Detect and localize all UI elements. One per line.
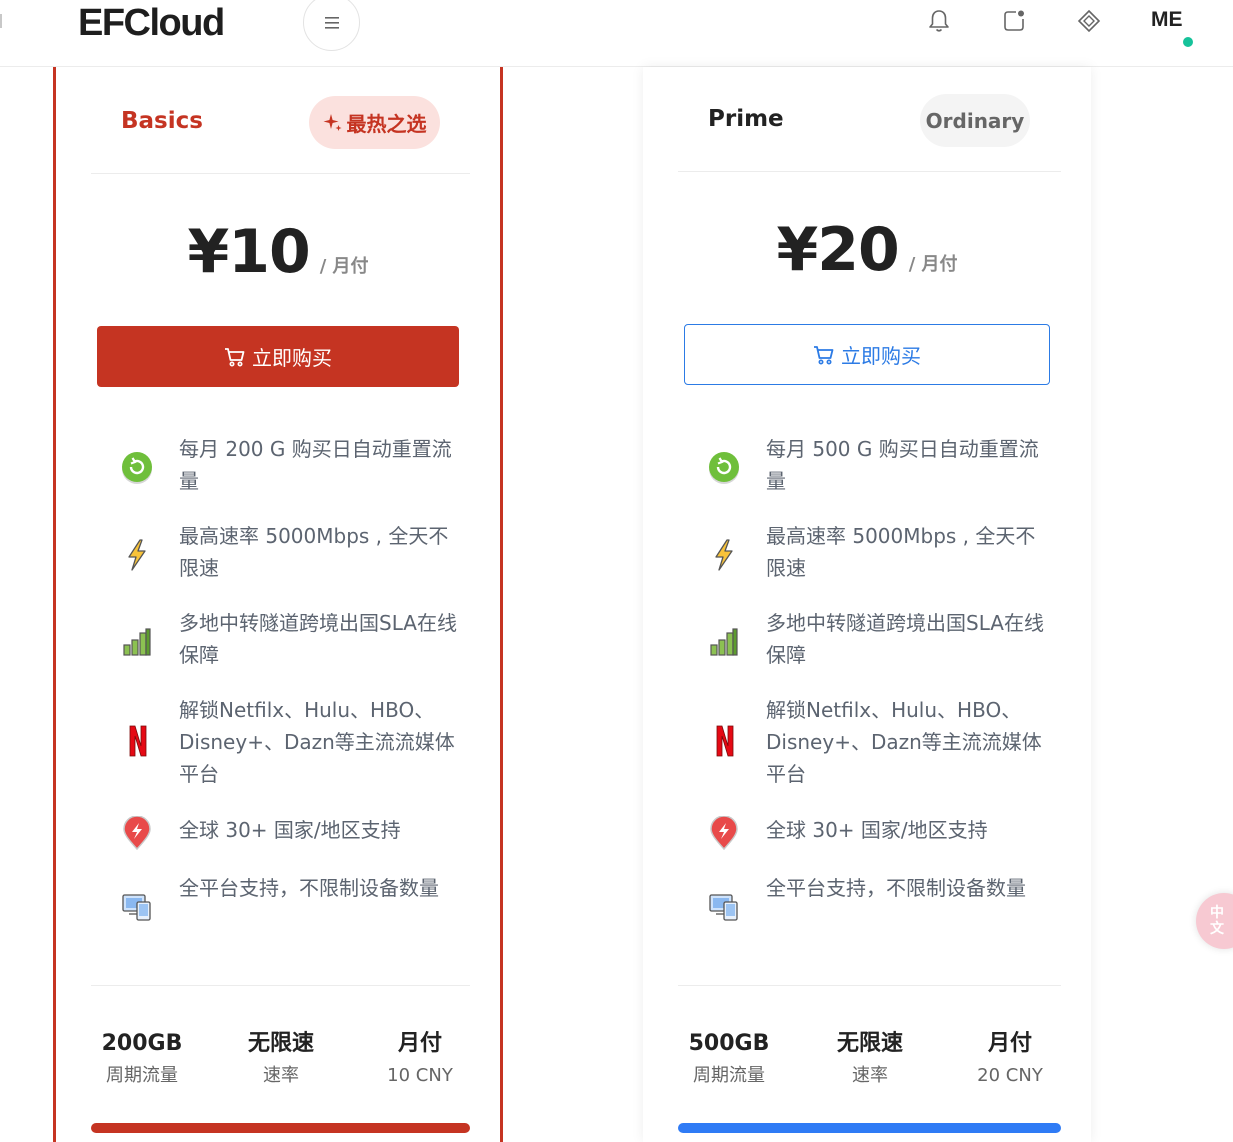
feature-text: 最高速率 5000Mbps , 全天不限速 bbox=[179, 524, 449, 580]
bar-chart-icon bbox=[120, 625, 154, 659]
user-avatar[interactable]: ME bbox=[1151, 8, 1183, 32]
divider bbox=[91, 985, 470, 986]
price-period: / 月付 bbox=[319, 256, 369, 277]
buy-now-button[interactable]: 立即购买 bbox=[684, 324, 1050, 385]
diamond-icon bbox=[1077, 9, 1101, 33]
language-button[interactable]: 中 文 bbox=[1196, 893, 1233, 949]
online-status-dot bbox=[1181, 35, 1195, 49]
stat-label: 速率 bbox=[263, 1065, 299, 1086]
stat-speed: 无限速 速率 bbox=[216, 1027, 346, 1091]
cart-icon bbox=[814, 345, 834, 364]
buy-label: 立即购买 bbox=[841, 344, 921, 368]
devices-icon bbox=[120, 890, 154, 924]
cart-icon bbox=[225, 347, 245, 366]
sparkle-icon bbox=[323, 113, 343, 133]
price-value: ¥10 bbox=[187, 217, 310, 287]
feature-text: 最高速率 5000Mbps , 全天不限速 bbox=[766, 524, 1036, 580]
stat-label: 周期流量 bbox=[106, 1065, 178, 1086]
feature-text: 多地中转隧道跨境出国SLA在线保障 bbox=[766, 611, 1044, 667]
feature-text: 多地中转隧道跨境出国SLA在线保障 bbox=[179, 611, 457, 667]
feature-text: 解锁Netfilx、Hulu、HBO、Disney+、Dazn等主流流媒体平台 bbox=[179, 698, 455, 786]
divider bbox=[678, 985, 1061, 986]
stat-label: 速率 bbox=[852, 1065, 888, 1086]
stat-value: 无限速 bbox=[836, 1031, 903, 1056]
plan-accent-bar bbox=[678, 1123, 1061, 1133]
price-period: / 月付 bbox=[908, 254, 958, 275]
stat-traffic: 500GB 周期流量 bbox=[664, 1027, 794, 1091]
logo[interactable]: EFCloud bbox=[78, 2, 225, 45]
plan-header: Prime Ordinary bbox=[678, 90, 1061, 172]
feature-text: 全球 30+ 国家/地区支持 bbox=[766, 818, 988, 842]
menu-icon bbox=[324, 16, 339, 29]
notifications-button[interactable] bbox=[926, 8, 952, 34]
refresh-icon bbox=[120, 451, 154, 485]
edge-mark bbox=[0, 14, 2, 28]
language-label: 中 文 bbox=[1210, 905, 1224, 937]
badge-label: 最热之选 bbox=[346, 112, 427, 136]
lightning-icon bbox=[707, 538, 741, 572]
price: ¥10 / 月付 bbox=[56, 217, 500, 287]
badge-label: Ordinary bbox=[925, 108, 1025, 133]
notification-icon bbox=[1004, 10, 1024, 31]
stat-value: 月付 bbox=[987, 1031, 1032, 1056]
stat-value: 500GB bbox=[688, 1031, 770, 1056]
feature-text: 每月 500 G 购买日自动重置流量 bbox=[766, 437, 1039, 493]
plan-stats: 500GB 周期流量 无限速 速率 月付 20 CNY bbox=[678, 1027, 1061, 1097]
ordinary-badge: Ordinary bbox=[920, 94, 1030, 147]
apps-button[interactable] bbox=[1076, 8, 1102, 34]
bell-icon bbox=[929, 10, 949, 32]
location-pin-icon bbox=[120, 816, 154, 850]
stat-speed: 无限速 速率 bbox=[805, 1027, 935, 1091]
messages-button[interactable] bbox=[1001, 8, 1027, 34]
buy-label: 立即购买 bbox=[252, 346, 332, 370]
plan-name: Prime bbox=[708, 106, 784, 132]
top-bar: EFCloud ME bbox=[0, 0, 1233, 67]
price-value: ¥20 bbox=[776, 215, 899, 285]
plan-header: Basics 最热之选 bbox=[91, 92, 470, 174]
stat-label: 20 CNY bbox=[977, 1065, 1043, 1086]
stat-label: 10 CNY bbox=[387, 1065, 453, 1086]
plan-card-prime: Prime Ordinary ¥20 / 月付 立即购买 每月 500 G 购买日… bbox=[643, 67, 1091, 1142]
plan-accent-bar bbox=[91, 1123, 470, 1133]
buy-now-button[interactable]: 立即购买 bbox=[97, 326, 459, 387]
price: ¥20 / 月付 bbox=[643, 215, 1091, 285]
feature-text: 全平台支持，不限制设备数量 bbox=[179, 876, 439, 900]
lightning-icon bbox=[120, 538, 154, 572]
devices-icon bbox=[707, 890, 741, 924]
stat-billing: 月付 20 CNY bbox=[945, 1027, 1075, 1091]
stat-label: 周期流量 bbox=[693, 1065, 765, 1086]
feature-text: 全球 30+ 国家/地区支持 bbox=[179, 818, 401, 842]
hot-badge: 最热之选 bbox=[309, 96, 440, 149]
plan-card-basics: Basics 最热之选 ¥10/ 月付 立即购买 每月 200 G 购买日自动重… bbox=[53, 67, 503, 1142]
feature-text: 解锁Netfilx、Hulu、HBO、Disney+、Dazn等主流流媒体平台 bbox=[766, 698, 1042, 786]
feature-text: 全平台支持，不限制设备数量 bbox=[766, 876, 1026, 900]
stat-value: 月付 bbox=[397, 1031, 442, 1056]
bar-chart-icon bbox=[707, 625, 741, 659]
stat-value: 200GB bbox=[101, 1031, 183, 1056]
stat-traffic: 200GB 周期流量 bbox=[77, 1027, 207, 1091]
menu-button[interactable] bbox=[303, 0, 360, 51]
location-pin-icon bbox=[707, 816, 741, 850]
plan-stats: 200GB 周期流量 无限速 速率 月付 10 CNY bbox=[91, 1027, 470, 1097]
stat-billing: 月付 10 CNY bbox=[355, 1027, 485, 1091]
netflix-icon bbox=[120, 724, 154, 758]
stat-value: 无限速 bbox=[247, 1031, 314, 1056]
feature-text: 每月 200 G 购买日自动重置流量 bbox=[179, 437, 452, 493]
refresh-icon bbox=[707, 451, 741, 485]
netflix-icon bbox=[707, 724, 741, 758]
plan-name: Basics bbox=[121, 108, 203, 134]
